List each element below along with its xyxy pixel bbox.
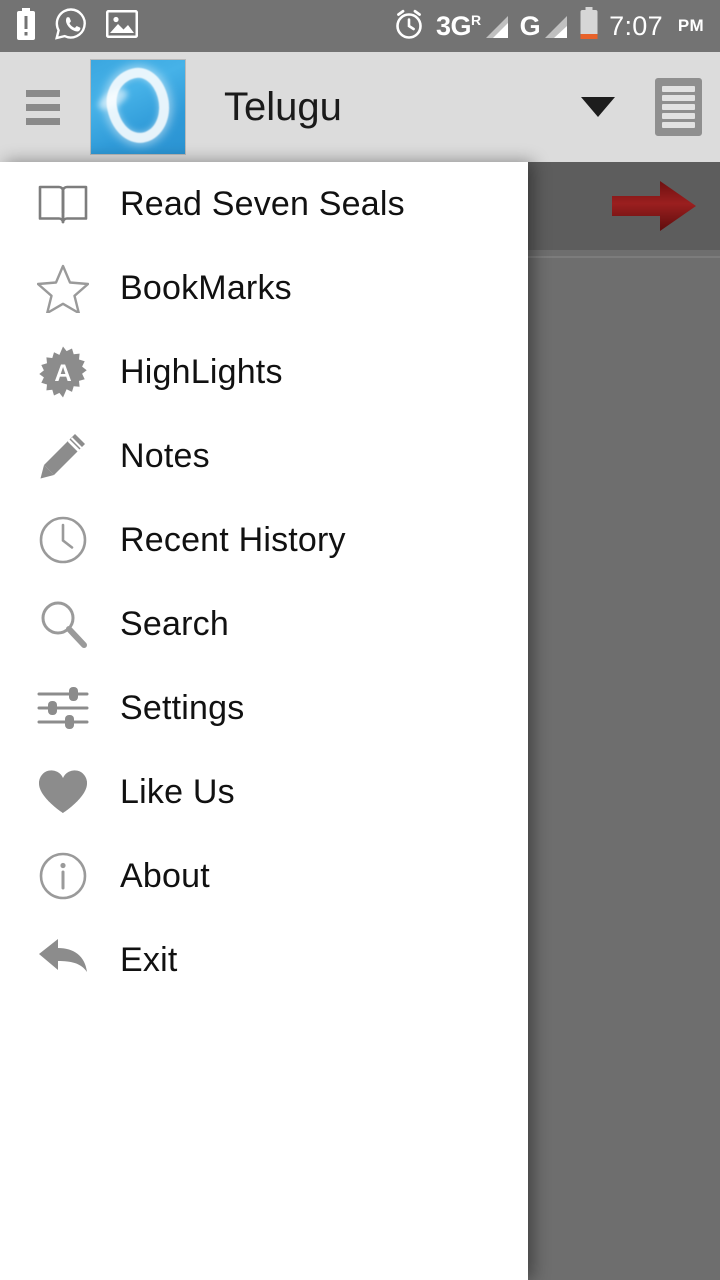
search-icon	[30, 591, 96, 657]
drawer-item-label: Settings	[120, 688, 245, 727]
navigation-drawer: Read Seven Seals BookMarks A HighLights	[0, 162, 528, 1280]
drawer-item-label: Recent History	[120, 520, 346, 559]
drawer-item-label: Like Us	[120, 772, 235, 811]
cloud-app-icon	[90, 59, 186, 155]
clock-time: 7:07	[609, 10, 663, 41]
whatsapp-icon	[54, 7, 88, 46]
drawer-item-bookmarks[interactable]: BookMarks	[0, 246, 528, 330]
page-title: Telugu	[224, 84, 342, 129]
battery-icon	[579, 7, 599, 45]
pencil-icon	[30, 423, 96, 489]
app-bar: Telugu	[0, 52, 720, 162]
drawer-item-recent-history[interactable]: Recent History	[0, 498, 528, 582]
drawer-item-read-seven-seals[interactable]: Read Seven Seals	[0, 162, 528, 246]
clock-icon	[30, 507, 96, 573]
network-g-label: G	[519, 10, 541, 41]
phone-screen: 3GR G 7:07 PM Telugu Read Seven Seals Bo…	[0, 0, 720, 1280]
drawer-item-about[interactable]: About	[0, 834, 528, 918]
status-bar-left-icons	[16, 7, 139, 46]
network-3g-label: 3G	[435, 10, 472, 41]
battery-alert-icon	[16, 7, 36, 45]
info-circle-icon	[30, 843, 96, 909]
status-bar: 3GR G 7:07 PM	[0, 0, 720, 52]
hamburger-icon[interactable]	[0, 52, 86, 162]
drawer-item-highlights[interactable]: A HighLights	[0, 330, 528, 414]
drawer-item-settings[interactable]: Settings	[0, 666, 528, 750]
chevron-down-icon[interactable]	[560, 52, 636, 162]
signal-bars-icon-1	[485, 15, 508, 38]
network-roaming-label: R	[471, 11, 481, 28]
star-outline-icon	[30, 255, 96, 321]
drawer-item-like-us[interactable]: Like Us	[0, 750, 528, 834]
network-3g-indicator: 3GR	[435, 10, 510, 41]
network-g-indicator: G	[519, 10, 570, 41]
drawer-item-label: BookMarks	[120, 268, 292, 307]
image-icon	[105, 9, 139, 43]
signal-bars-icon-2	[545, 15, 568, 38]
open-book-icon	[30, 171, 96, 237]
next-arrow-icon[interactable]	[610, 179, 698, 233]
highlight-badge-icon: A	[30, 339, 96, 405]
status-bar-right-icons: 3GR G 7:07 PM	[392, 7, 704, 46]
svg-text:A: A	[54, 360, 71, 387]
drawer-item-label: Read Seven Seals	[120, 184, 405, 223]
drawer-item-notes[interactable]: Notes	[0, 414, 528, 498]
clock-period: PM	[677, 16, 704, 35]
drawer-item-label: Notes	[120, 436, 210, 475]
index-list-icon[interactable]	[636, 52, 720, 162]
heart-icon	[30, 759, 96, 825]
drawer-item-label: Search	[120, 604, 229, 643]
drawer-item-search[interactable]: Search	[0, 582, 528, 666]
sliders-icon	[30, 675, 96, 741]
alarm-icon	[392, 7, 426, 46]
back-arrow-icon	[30, 927, 96, 993]
drawer-item-label: HighLights	[120, 352, 283, 391]
drawer-item-label: About	[120, 856, 210, 895]
drawer-item-label: Exit	[120, 940, 178, 979]
drawer-item-exit[interactable]: Exit	[0, 918, 528, 1002]
